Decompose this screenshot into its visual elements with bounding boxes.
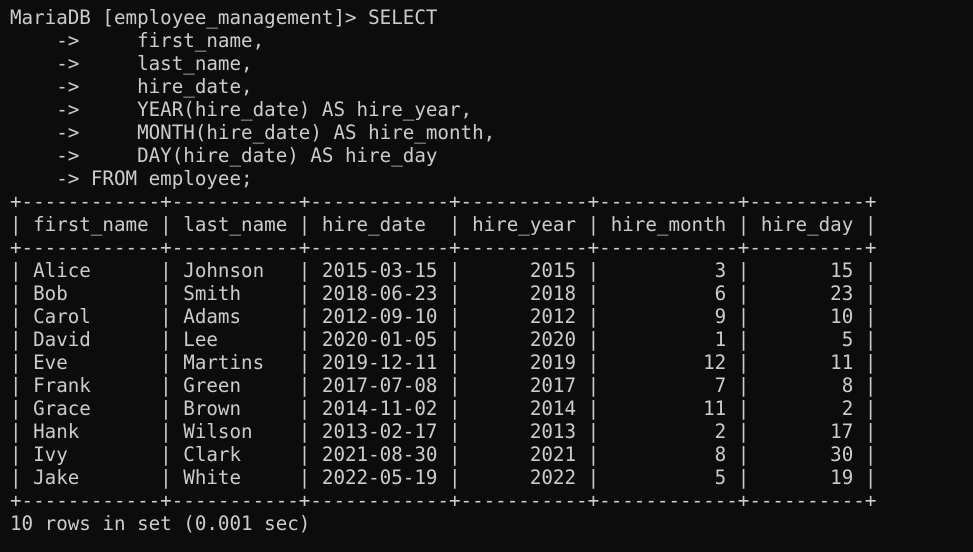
table-header: | first_name | last_name | hire_date | h…	[10, 213, 877, 236]
table-row: | David | Lee | 2020-01-05 | 2020 | 1 | …	[10, 328, 877, 351]
table-row: | Grace | Brown | 2014-11-02 | 2014 | 11…	[10, 397, 877, 420]
table-row: | Hank | Wilson | 2013-02-17 | 2013 | 2 …	[10, 420, 877, 443]
table-border-header: +------------+-----------+------------+-…	[10, 236, 877, 259]
query-continuation-line: -> MONTH(hire_date) AS hire_month,	[10, 121, 496, 144]
query-continuation-line: -> FROM employee;	[10, 167, 253, 190]
table-row: | Ivy | Clark | 2021-08-30 | 2021 | 8 | …	[10, 443, 877, 466]
prompt-line: MariaDB [employee_management]> SELECT	[10, 6, 438, 29]
table-row: | Bob | Smith | 2018-06-23 | 2018 | 6 | …	[10, 282, 877, 305]
terminal-window[interactable]: MariaDB [employee_management]> SELECT ->…	[0, 0, 973, 552]
table-row: | Alice | Johnson | 2015-03-15 | 2015 | …	[10, 259, 877, 282]
query-continuation-line: -> DAY(hire_date) AS hire_day	[10, 144, 438, 167]
table-border-top: +------------+-----------+------------+-…	[10, 190, 877, 213]
table-row: | Jake | White | 2022-05-19 | 2022 | 5 |…	[10, 466, 877, 489]
result-summary: 10 rows in set (0.001 sec)	[10, 512, 311, 535]
query-continuation-line: -> last_name,	[10, 52, 253, 75]
query-continuation-line: -> YEAR(hire_date) AS hire_year,	[10, 98, 473, 121]
query-continuation-line: -> first_name,	[10, 29, 265, 52]
query-continuation-line: -> hire_date,	[10, 75, 253, 98]
table-row: | Carol | Adams | 2012-09-10 | 2012 | 9 …	[10, 305, 877, 328]
table-row: | Eve | Martins | 2019-12-11 | 2019 | 12…	[10, 351, 877, 374]
table-border-bottom: +------------+-----------+------------+-…	[10, 489, 877, 512]
table-row: | Frank | Green | 2017-07-08 | 2017 | 7 …	[10, 374, 877, 397]
